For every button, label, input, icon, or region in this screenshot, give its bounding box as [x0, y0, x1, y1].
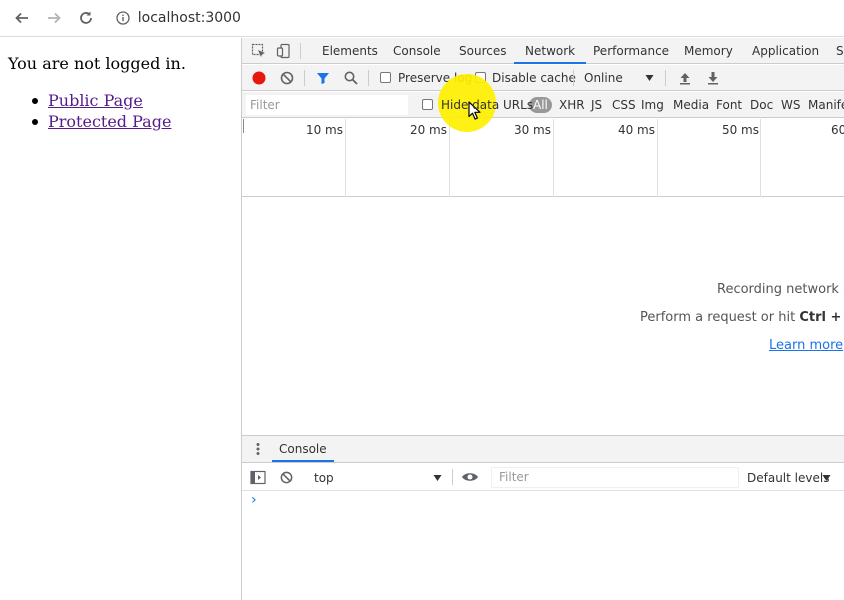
context-select[interactable]: top: [314, 471, 334, 485]
tab-performance[interactable]: Performance: [593, 38, 669, 64]
tab-security-truncated[interactable]: S: [836, 38, 844, 64]
separator: [304, 70, 305, 86]
timeline-tick-label: 40 ms: [617, 123, 655, 137]
throttling-select[interactable]: Online: [584, 71, 623, 85]
filter-type-css[interactable]: CSS: [612, 97, 636, 113]
forward-button[interactable]: [38, 0, 70, 37]
reload-button[interactable]: [70, 0, 102, 37]
timeline-tick-label: 60: [831, 123, 844, 137]
dropdown-arrow-icon: [822, 475, 831, 481]
browser-toolbar: localhost:3000: [0, 0, 844, 37]
learn-more-link-wrap: Learn more: [769, 338, 843, 353]
console-filter-input[interactable]: Filter: [491, 467, 739, 488]
log-levels-select[interactable]: Default levels: [747, 471, 829, 485]
timeline-tick-label: 20 ms: [409, 123, 447, 137]
hide-data-urls-checkbox[interactable]: [422, 99, 433, 110]
dropdown-arrow-icon: [645, 75, 654, 81]
clear-console-icon[interactable]: [279, 470, 294, 485]
login-status-text: You are not logged in.: [8, 54, 186, 73]
timeline-gridline: [760, 119, 761, 197]
console-prompt-icon[interactable]: ›: [251, 492, 257, 508]
filter-type-font[interactable]: Font: [716, 97, 742, 113]
tab-console[interactable]: Console: [393, 38, 441, 64]
learn-more-link[interactable]: Learn more: [769, 338, 843, 353]
filter-type-xhr[interactable]: XHR: [559, 97, 585, 113]
public-page-link[interactable]: Public Page: [48, 91, 143, 110]
page-link-list: Public Page Protected Page: [31, 90, 171, 132]
empty-state-hint: Perform a request or hit Ctrl + R t: [640, 310, 844, 325]
tab-memory[interactable]: Memory: [684, 38, 733, 64]
timeline-tick-label: 10 ms: [305, 123, 343, 137]
eye-icon[interactable]: [461, 470, 479, 484]
filter-type-js[interactable]: JS: [591, 97, 602, 113]
search-icon[interactable]: [343, 70, 359, 86]
network-toolbar: Preserve log Disable cache Online: [242, 65, 844, 91]
arrow-right-icon: [47, 12, 61, 24]
network-overview-timeline[interactable]: 10 ms 20 ms 30 ms 40 ms 50 ms 60: [242, 119, 844, 197]
protected-page-link[interactable]: Protected Page: [48, 112, 171, 131]
tab-network[interactable]: Network: [514, 38, 587, 64]
filter-type-media[interactable]: Media: [673, 97, 709, 113]
info-icon[interactable]: [116, 11, 130, 25]
console-drawer-header: Console: [242, 435, 844, 463]
list-item: Public Page: [31, 90, 171, 111]
filter-type-manifest[interactable]: Manife: [808, 97, 844, 113]
filter-icon[interactable]: [315, 70, 331, 86]
network-empty-state: Recording network a Perform a request or…: [242, 198, 844, 435]
timeline-gridline: [657, 119, 658, 197]
network-filter-input[interactable]: Filter: [246, 95, 408, 115]
disable-cache-label: Disable cache: [492, 71, 576, 85]
more-options-icon[interactable]: [252, 442, 264, 456]
url-text: localhost:3000: [137, 10, 241, 26]
separator: [300, 43, 301, 59]
devtools-panel: Elements Console Sources Network Perform…: [241, 38, 844, 600]
reload-shortcut: Ctrl + R: [799, 310, 844, 325]
device-toolbar-icon[interactable]: [276, 43, 292, 59]
separator: [665, 70, 666, 86]
page-content: You are not logged in. Public Page Prote…: [0, 38, 241, 600]
drawer-tab-console[interactable]: Console: [272, 436, 334, 462]
empty-state-hint-prefix: Perform a request or hit: [640, 310, 800, 325]
filter-type-doc[interactable]: Doc: [750, 97, 773, 113]
separator: [368, 70, 369, 86]
timeline-gridline: [553, 119, 554, 197]
reload-icon: [79, 11, 92, 24]
devtools-tab-bar: Elements Console Sources Network Perform…: [242, 38, 844, 64]
address-bar[interactable]: localhost:3000: [105, 4, 844, 32]
timeline-tick-label: 50 ms: [721, 123, 759, 137]
tab-application[interactable]: Application: [752, 38, 819, 64]
empty-state-title: Recording network a: [717, 282, 844, 297]
timeline-tick-label: 30 ms: [513, 123, 551, 137]
export-har-icon[interactable]: [705, 70, 721, 86]
inspect-element-icon[interactable]: [251, 43, 267, 59]
separator: [573, 70, 574, 86]
back-button[interactable]: [6, 0, 38, 37]
tab-sources[interactable]: Sources: [459, 38, 506, 64]
console-toolbar: top Filter Default levels: [242, 464, 844, 491]
timeline-start-marker: [243, 119, 244, 133]
network-filter-bar: Filter Hide data URLs All XHR JS CSS Img…: [242, 92, 844, 118]
preserve-log-checkbox[interactable]: [380, 72, 391, 83]
import-har-icon[interactable]: [677, 70, 693, 86]
clear-icon[interactable]: [279, 70, 295, 86]
record-icon[interactable]: [251, 70, 267, 86]
dropdown-arrow-icon: [433, 475, 442, 481]
list-item: Protected Page: [31, 111, 171, 132]
filter-type-ws[interactable]: WS: [781, 97, 800, 113]
timeline-gridline: [449, 119, 450, 197]
separator: [452, 469, 453, 485]
hide-data-urls-label: Hide data URLs: [441, 98, 534, 112]
sidebar-toggle-icon[interactable]: [250, 470, 266, 485]
arrow-left-icon: [15, 12, 28, 24]
filter-type-img[interactable]: Img: [641, 97, 664, 113]
tab-elements[interactable]: Elements: [322, 38, 378, 64]
timeline-gridline: [345, 119, 346, 197]
